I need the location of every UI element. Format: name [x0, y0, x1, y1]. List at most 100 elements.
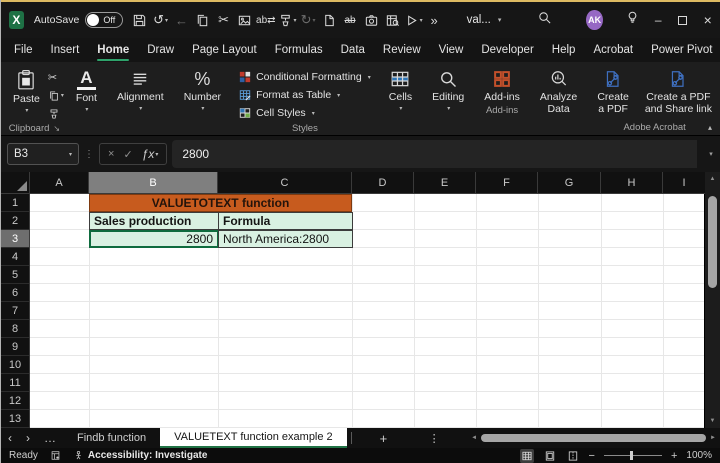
name-box[interactable]: B3 ▾ [7, 143, 79, 165]
cut-button[interactable]: ✂ [213, 8, 234, 32]
close-button[interactable]: × [695, 2, 720, 38]
scroll-down-icon[interactable]: ▼ [710, 414, 716, 428]
collapse-ribbon-button[interactable]: ▴ [708, 123, 712, 132]
flow-button[interactable]: ▾ [403, 8, 424, 32]
tab-home[interactable]: Home [88, 38, 138, 62]
column-header-g[interactable]: G [538, 172, 601, 193]
column-header-e[interactable]: E [414, 172, 476, 193]
paste-special-button[interactable] [234, 8, 255, 32]
enter-button[interactable]: ✓ [123, 148, 132, 161]
tab-insert[interactable]: Insert [42, 38, 89, 62]
expand-formula-bar-button[interactable]: ▾ [702, 150, 720, 158]
zoom-level[interactable]: 100% [686, 450, 712, 461]
row-header-5[interactable]: 5 [1, 266, 29, 284]
vertical-scroll-thumb[interactable] [708, 196, 717, 288]
zoom-out-button[interactable]: − [589, 450, 595, 462]
camera-button[interactable] [361, 8, 382, 32]
row-header-12[interactable]: 12 [1, 392, 29, 410]
cell-c2-formula-header[interactable]: Formula [218, 212, 353, 230]
zoom-slider[interactable] [604, 455, 662, 456]
select-all-corner[interactable] [1, 172, 30, 193]
row-header-10[interactable]: 10 [1, 356, 29, 374]
sheet-tab-findb[interactable]: Findb function [63, 428, 160, 448]
redo-button[interactable]: ↻▾ [298, 8, 319, 32]
editing-group-button[interactable]: Editing ▾ [424, 64, 472, 135]
document-title[interactable]: val... ▾ [467, 14, 502, 26]
cell-c3-formula-value[interactable]: North America:2800 [218, 230, 353, 248]
macro-record-button[interactable] [50, 450, 61, 461]
row-header-2[interactable]: 2 [1, 212, 29, 230]
tabbar-options-button[interactable]: ⋮ [419, 432, 450, 445]
scroll-right-icon[interactable]: ► [710, 431, 716, 445]
tab-review[interactable]: Review [374, 38, 430, 62]
copy-button[interactable] [192, 8, 213, 32]
new-file-button[interactable] [319, 8, 340, 32]
row-header-1[interactable]: 1 [1, 194, 29, 212]
search-icon[interactable] [537, 10, 552, 30]
page-layout-view-button[interactable] [543, 449, 557, 463]
column-header-b[interactable]: B [89, 172, 218, 193]
row-header-3[interactable]: 3 [1, 230, 29, 248]
tab-view[interactable]: View [430, 38, 473, 62]
scroll-left-icon[interactable]: ◄ [471, 431, 477, 445]
clipboard-dialog-launcher[interactable]: ↘ [53, 124, 60, 133]
qat-overflow-button[interactable]: » [424, 8, 445, 32]
cell-b3-selected[interactable]: 2800 [89, 230, 219, 248]
lightbulb-icon[interactable] [625, 10, 640, 30]
sheet-tab-valuetext-active[interactable]: VALUETEXT function example 2 [160, 428, 347, 448]
horizontal-scrollbar[interactable]: ◄ ► [471, 431, 720, 445]
column-header-f[interactable]: F [476, 172, 538, 193]
cut-ribbon-button[interactable]: ✂ [48, 70, 64, 85]
cell-b1-title[interactable]: VALUETOTEXT function [89, 194, 352, 212]
insert-function-button[interactable]: ƒx▾ [142, 147, 159, 161]
format-painter-button[interactable]: ▾ [277, 8, 298, 32]
undo-button[interactable]: ↺▾ [150, 8, 171, 32]
formula-bar-grip[interactable]: ⋮ [84, 149, 94, 160]
formula-input[interactable]: 2800 [172, 140, 697, 168]
alignment-group-button[interactable]: Alignment ▾ [109, 64, 172, 135]
row-header-7[interactable]: 7 [1, 302, 29, 320]
cell-styles-button[interactable]: Cell Styles ▾ [239, 105, 371, 121]
lookup-sheet-button[interactable] [382, 8, 403, 32]
font-group-button[interactable]: A Font ▾ [68, 64, 105, 135]
zoom-slider-handle[interactable] [630, 451, 633, 460]
horizontal-scroll-thumb[interactable] [481, 434, 706, 442]
strikethrough-button[interactable]: ab [340, 8, 361, 32]
tab-data[interactable]: Data [332, 38, 374, 62]
avatar[interactable]: AK [586, 10, 602, 30]
accessibility-status[interactable]: Accessibility: Investigate [73, 450, 208, 461]
column-header-c[interactable]: C [218, 172, 352, 193]
maximize-button[interactable] [671, 2, 696, 38]
tab-page-layout[interactable]: Page Layout [183, 38, 266, 62]
normal-view-button[interactable] [520, 449, 534, 463]
find-replace-button[interactable]: ab⇄ [255, 8, 277, 32]
analyze-data-button[interactable]: AnalyzeData [532, 64, 585, 135]
all-sheets-button[interactable]: … [37, 431, 63, 445]
row-header-11[interactable]: 11 [1, 374, 29, 392]
conditional-formatting-button[interactable]: Conditional Formatting ▾ [239, 69, 371, 85]
tab-help[interactable]: Help [543, 38, 585, 62]
cells-group-button[interactable]: Cells ▾ [381, 64, 420, 135]
paste-button[interactable]: Paste ▾ [5, 64, 48, 114]
tab-file[interactable]: File [5, 38, 42, 62]
create-pdf-button[interactable]: Createa PDF [589, 64, 637, 115]
row-header-6[interactable]: 6 [1, 284, 29, 302]
zoom-in-button[interactable]: + [671, 450, 677, 462]
tab-formulas[interactable]: Formulas [266, 38, 332, 62]
tab-acrobat[interactable]: Acrobat [584, 38, 642, 62]
column-header-h[interactable]: H [601, 172, 663, 193]
column-header-i[interactable]: I [663, 172, 705, 193]
save-button[interactable] [129, 8, 150, 32]
row-header-13[interactable]: 13 [1, 410, 29, 428]
row-header-4[interactable]: 4 [1, 248, 29, 266]
number-group-button[interactable]: % Number ▾ [176, 64, 229, 135]
row-header-9[interactable]: 9 [1, 338, 29, 356]
scroll-up-icon[interactable]: ▲ [710, 172, 716, 186]
column-header-a[interactable]: A [30, 172, 89, 193]
autosave-toggle[interactable]: Off [85, 12, 123, 28]
create-pdf-share-button[interactable]: Create a PDFand Share link [637, 64, 720, 115]
format-painter-ribbon-button[interactable] [48, 106, 64, 121]
next-sheet-button[interactable]: › [19, 431, 37, 445]
prev-sheet-button[interactable]: ‹ [1, 431, 19, 445]
cancel-button[interactable]: × [108, 148, 114, 160]
